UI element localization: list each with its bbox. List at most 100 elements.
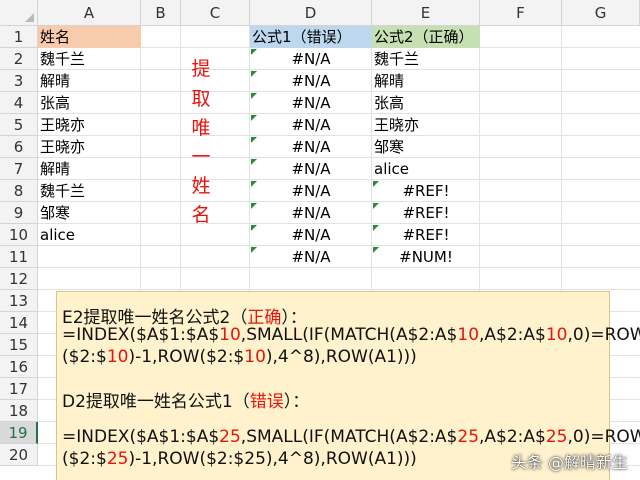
- select-all-corner[interactable]: [0, 0, 38, 26]
- row-header-7[interactable]: 7: [0, 158, 38, 180]
- cell-a4[interactable]: 张高: [40, 92, 70, 114]
- formula-text: =INDEX($A$1:$A$: [62, 427, 220, 447]
- column-header-d[interactable]: D: [250, 0, 372, 26]
- row-header-1[interactable]: 1: [0, 26, 38, 48]
- cell-e9[interactable]: #REF!: [372, 202, 480, 224]
- note-title-wrong: D2提取唯一姓名公式1（错误）：: [62, 387, 309, 412]
- row-header-10[interactable]: 10: [0, 224, 38, 246]
- formula-row-number: 10: [219, 325, 241, 345]
- cell-a5[interactable]: 王晓亦: [40, 114, 85, 136]
- note-text: D2提取唯一姓名公式1（: [62, 392, 250, 412]
- row-header-20[interactable]: 20: [0, 444, 38, 466]
- column-header-f[interactable]: F: [480, 0, 562, 26]
- formula1-line2: ($2:$25)-1,ROW($2:$25),4^8),ROW(A1))): [62, 449, 417, 469]
- row-header-12[interactable]: 12: [0, 268, 38, 290]
- formula-row-number: 10: [457, 325, 480, 345]
- note-flag-wrong: 错误: [249, 392, 284, 412]
- cell-e6[interactable]: 邹寒: [374, 136, 404, 158]
- cell-e4[interactable]: 张高: [374, 92, 404, 114]
- column-header-a[interactable]: A: [38, 0, 141, 26]
- cell-a6[interactable]: 王晓亦: [40, 136, 85, 158]
- row-header-15[interactable]: 15: [0, 334, 38, 356]
- vertical-label-char: 一: [191, 146, 211, 168]
- formula-text: ,SMALL(IF(MATCH(A$2:A$: [240, 325, 458, 345]
- cell-e7[interactable]: alice: [374, 158, 409, 180]
- cell-a8[interactable]: 魏千兰: [40, 180, 85, 202]
- formula-row-number: 10: [244, 347, 266, 367]
- formula2-line1: =INDEX($A$1:$A$10,SMALL(IF(MATCH(A$2:A$1…: [62, 325, 640, 345]
- formula-text: )-1,ROW($2:$25),4^8),ROW(A1))): [128, 449, 417, 469]
- formula-row-number: 25: [545, 427, 568, 447]
- cell-d10[interactable]: #N/A: [250, 224, 372, 246]
- formula-text: ,A$2:A$: [479, 427, 546, 447]
- cell-d5[interactable]: #N/A: [250, 114, 372, 136]
- row-header-19-active[interactable]: 19: [0, 422, 38, 444]
- cell-a10[interactable]: alice: [40, 224, 75, 246]
- spreadsheet-grid: A B C D E F G 1 2 3 4 5 6 7 8 9 10 11 12…: [0, 0, 640, 480]
- row-header-2[interactable]: 2: [0, 48, 38, 70]
- column-header-g[interactable]: G: [562, 0, 640, 26]
- cell-e1-header[interactable]: 公式2（正确）: [372, 26, 480, 48]
- select-all-triangle-icon: [25, 13, 34, 22]
- cell-d7[interactable]: #N/A: [250, 158, 372, 180]
- formula-row-number: 10: [545, 325, 568, 345]
- cell-d9[interactable]: #N/A: [250, 202, 372, 224]
- cell-d4[interactable]: #N/A: [250, 92, 372, 114]
- gridline: [38, 289, 640, 290]
- formula-text: ,A$2:A$: [479, 325, 546, 345]
- vertical-label-char: 姓: [191, 175, 211, 197]
- cell-d11[interactable]: #N/A: [250, 246, 372, 268]
- row-header-17[interactable]: 17: [0, 378, 38, 400]
- cell-a9[interactable]: 邹寒: [40, 202, 70, 224]
- vertical-label-char: 取: [191, 88, 211, 110]
- formula2-line2: ($2:$10)-1,ROW($2:$10),4^8),ROW(A1))): [62, 347, 417, 367]
- cell-e11[interactable]: #NUM!: [372, 246, 480, 268]
- formula-text: ($2:$: [62, 449, 107, 469]
- column-header-e[interactable]: E: [372, 0, 480, 26]
- row-header-3[interactable]: 3: [0, 70, 38, 92]
- vertical-label-char: 提: [191, 58, 211, 80]
- cell-d8[interactable]: #N/A: [250, 180, 372, 202]
- formula-row-number: 25: [457, 427, 480, 447]
- watermark: 头条 @解晴新生: [510, 453, 628, 472]
- vertical-label-char: 唯: [191, 117, 211, 139]
- column-header-c[interactable]: C: [181, 0, 250, 26]
- cell-e3[interactable]: 解晴: [374, 70, 404, 92]
- column-header-b[interactable]: B: [141, 0, 181, 26]
- formula-text: ,0)=ROW: [567, 427, 640, 447]
- formula-text: ($2:$: [62, 347, 107, 367]
- formula-text: ,0)=ROW: [567, 325, 640, 345]
- cell-d1-header[interactable]: 公式1（错误）: [250, 26, 372, 48]
- formula-row-number: 25: [219, 427, 241, 447]
- cell-d2[interactable]: #N/A: [250, 48, 372, 70]
- note-text: ）：: [283, 392, 310, 412]
- cell-e5[interactable]: 王晓亦: [374, 114, 419, 136]
- formula1-line1: =INDEX($A$1:$A$25,SMALL(IF(MATCH(A$2:A$2…: [62, 427, 640, 447]
- cell-a1-header[interactable]: 姓名: [38, 26, 141, 48]
- cell-d6[interactable]: #N/A: [250, 136, 372, 158]
- row-header-8[interactable]: 8: [0, 180, 38, 202]
- cell-a3[interactable]: 解晴: [40, 70, 70, 92]
- row-header-4[interactable]: 4: [0, 92, 38, 114]
- row-header-13[interactable]: 13: [0, 290, 38, 312]
- formula-text: ,SMALL(IF(MATCH(A$2:A$: [240, 427, 458, 447]
- formula-text: ),4^8),ROW(A1))): [265, 347, 417, 367]
- cell-a7[interactable]: 解晴: [40, 158, 70, 180]
- cell-e8[interactable]: #REF!: [372, 180, 480, 202]
- row-header-9[interactable]: 9: [0, 202, 38, 224]
- row-header-18[interactable]: 18: [0, 400, 38, 422]
- row-header-11[interactable]: 11: [0, 246, 38, 268]
- row-header-16[interactable]: 16: [0, 356, 38, 378]
- row-header-5[interactable]: 5: [0, 114, 38, 136]
- formula-text: )-1,ROW($2:$: [128, 347, 245, 367]
- row-header-14[interactable]: 14: [0, 312, 38, 334]
- formula-text: =INDEX($A$1:$A$: [62, 325, 220, 345]
- cell-e2[interactable]: 魏千兰: [374, 48, 419, 70]
- cell-e10[interactable]: #REF!: [372, 224, 480, 246]
- row-header-6[interactable]: 6: [0, 136, 38, 158]
- cell-a2[interactable]: 魏千兰: [40, 48, 85, 70]
- formula-row-number: 10: [106, 347, 129, 367]
- formula-row-number: 25: [106, 449, 129, 469]
- vertical-label-char: 名: [191, 204, 211, 226]
- cell-d3[interactable]: #N/A: [250, 70, 372, 92]
